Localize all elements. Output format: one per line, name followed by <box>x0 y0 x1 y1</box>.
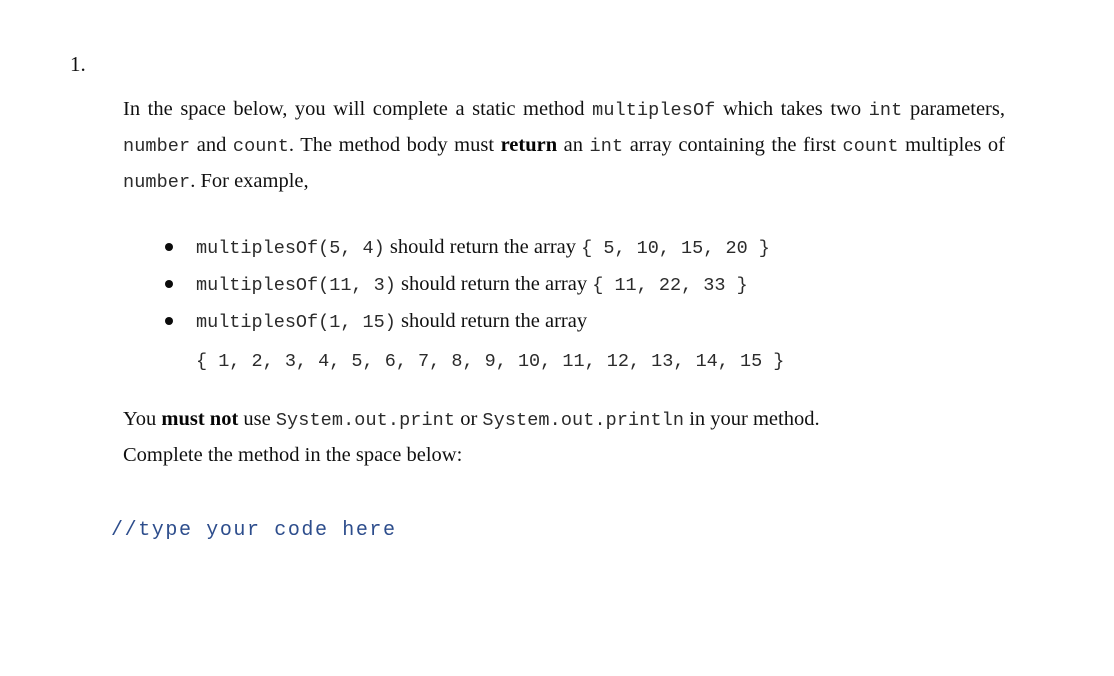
example-description-1: should return the array <box>384 236 582 258</box>
code-placeholder-comment[interactable]: //type your code here <box>111 518 1011 544</box>
restriction-segment-2: use <box>238 408 276 430</box>
example-list: multiplesOf(5, 4) should return the arra… <box>123 232 1013 379</box>
restriction-segment-4: in your method. <box>684 408 820 430</box>
question-intro-block: In the space below, you will complete a … <box>123 92 1005 200</box>
document-page: 1. In the space below, you will complete… <box>0 0 1114 676</box>
closing-instructions-block: You must not use System.out.print or Sys… <box>123 402 1013 472</box>
example-description-2: should return the array <box>395 273 593 295</box>
code-system-out-println: System.out.println <box>482 410 685 431</box>
restriction-segment-3: or <box>455 408 483 430</box>
list-item: multiplesOf(11, 3) should return the arr… <box>123 269 1013 301</box>
code-type-int-1: int <box>868 100 903 121</box>
bullet-dot-icon <box>165 280 173 288</box>
example-result-continuation-row: { 1, 2, 3, 4, 5, 6, 7, 8, 9, 10, 11, 12,… <box>123 343 1013 379</box>
intro-text-segment-9: . For example, <box>190 170 309 192</box>
code-method-name: multiplesOf <box>592 100 716 121</box>
code-param-number-1: number <box>123 136 191 157</box>
bullet-dot-icon <box>165 243 173 251</box>
restriction-segment-1: You <box>123 408 162 430</box>
question-number: 1. <box>70 52 86 76</box>
intro-text-segment-8: multiples of <box>898 134 1005 156</box>
question-intro-paragraph: In the space below, you will complete a … <box>123 92 1005 200</box>
list-item: multiplesOf(5, 4) should return the arra… <box>123 232 1013 264</box>
example-call-1: multiplesOf(5, 4) <box>196 238 385 259</box>
intro-text-segment-2: which takes two <box>715 98 869 120</box>
example-result-2: { 11, 22, 33 } <box>592 275 748 296</box>
code-param-count-2: count <box>842 136 899 157</box>
intro-text-segment-3: parameters, <box>902 98 1005 120</box>
restriction-line: You must not use System.out.print or Sys… <box>123 402 1013 438</box>
example-description-3: should return the array <box>395 310 588 332</box>
intro-text-segment-7: array containing the first <box>623 134 843 156</box>
emphasis-must-not: must not <box>161 408 239 430</box>
intro-text-segment-1: In the space below, you will complete a … <box>123 98 593 120</box>
code-type-int-2: int <box>589 136 624 157</box>
example-result-1: { 5, 10, 15, 20 } <box>581 238 770 259</box>
bullet-dot-icon <box>165 317 173 325</box>
example-result-3: { 1, 2, 3, 4, 5, 6, 7, 8, 9, 10, 11, 12,… <box>196 351 785 372</box>
answer-code-area[interactable]: //type your code here <box>111 518 1011 658</box>
example-call-2: multiplesOf(11, 3) <box>196 275 396 296</box>
code-param-count-1: count <box>232 136 289 157</box>
intro-text-segment-5: . The method body must <box>288 134 501 156</box>
code-param-number-2: number <box>123 172 191 193</box>
emphasis-return: return <box>500 134 558 156</box>
list-item: multiplesOf(1, 15) should return the arr… <box>123 306 1013 338</box>
intro-text-segment-6: an <box>557 134 590 156</box>
complete-method-line: Complete the method in the space below: <box>123 444 463 466</box>
example-call-3: multiplesOf(1, 15) <box>196 312 396 333</box>
intro-text-segment-4: and <box>190 134 233 156</box>
code-system-out-print: System.out.print <box>275 410 456 431</box>
